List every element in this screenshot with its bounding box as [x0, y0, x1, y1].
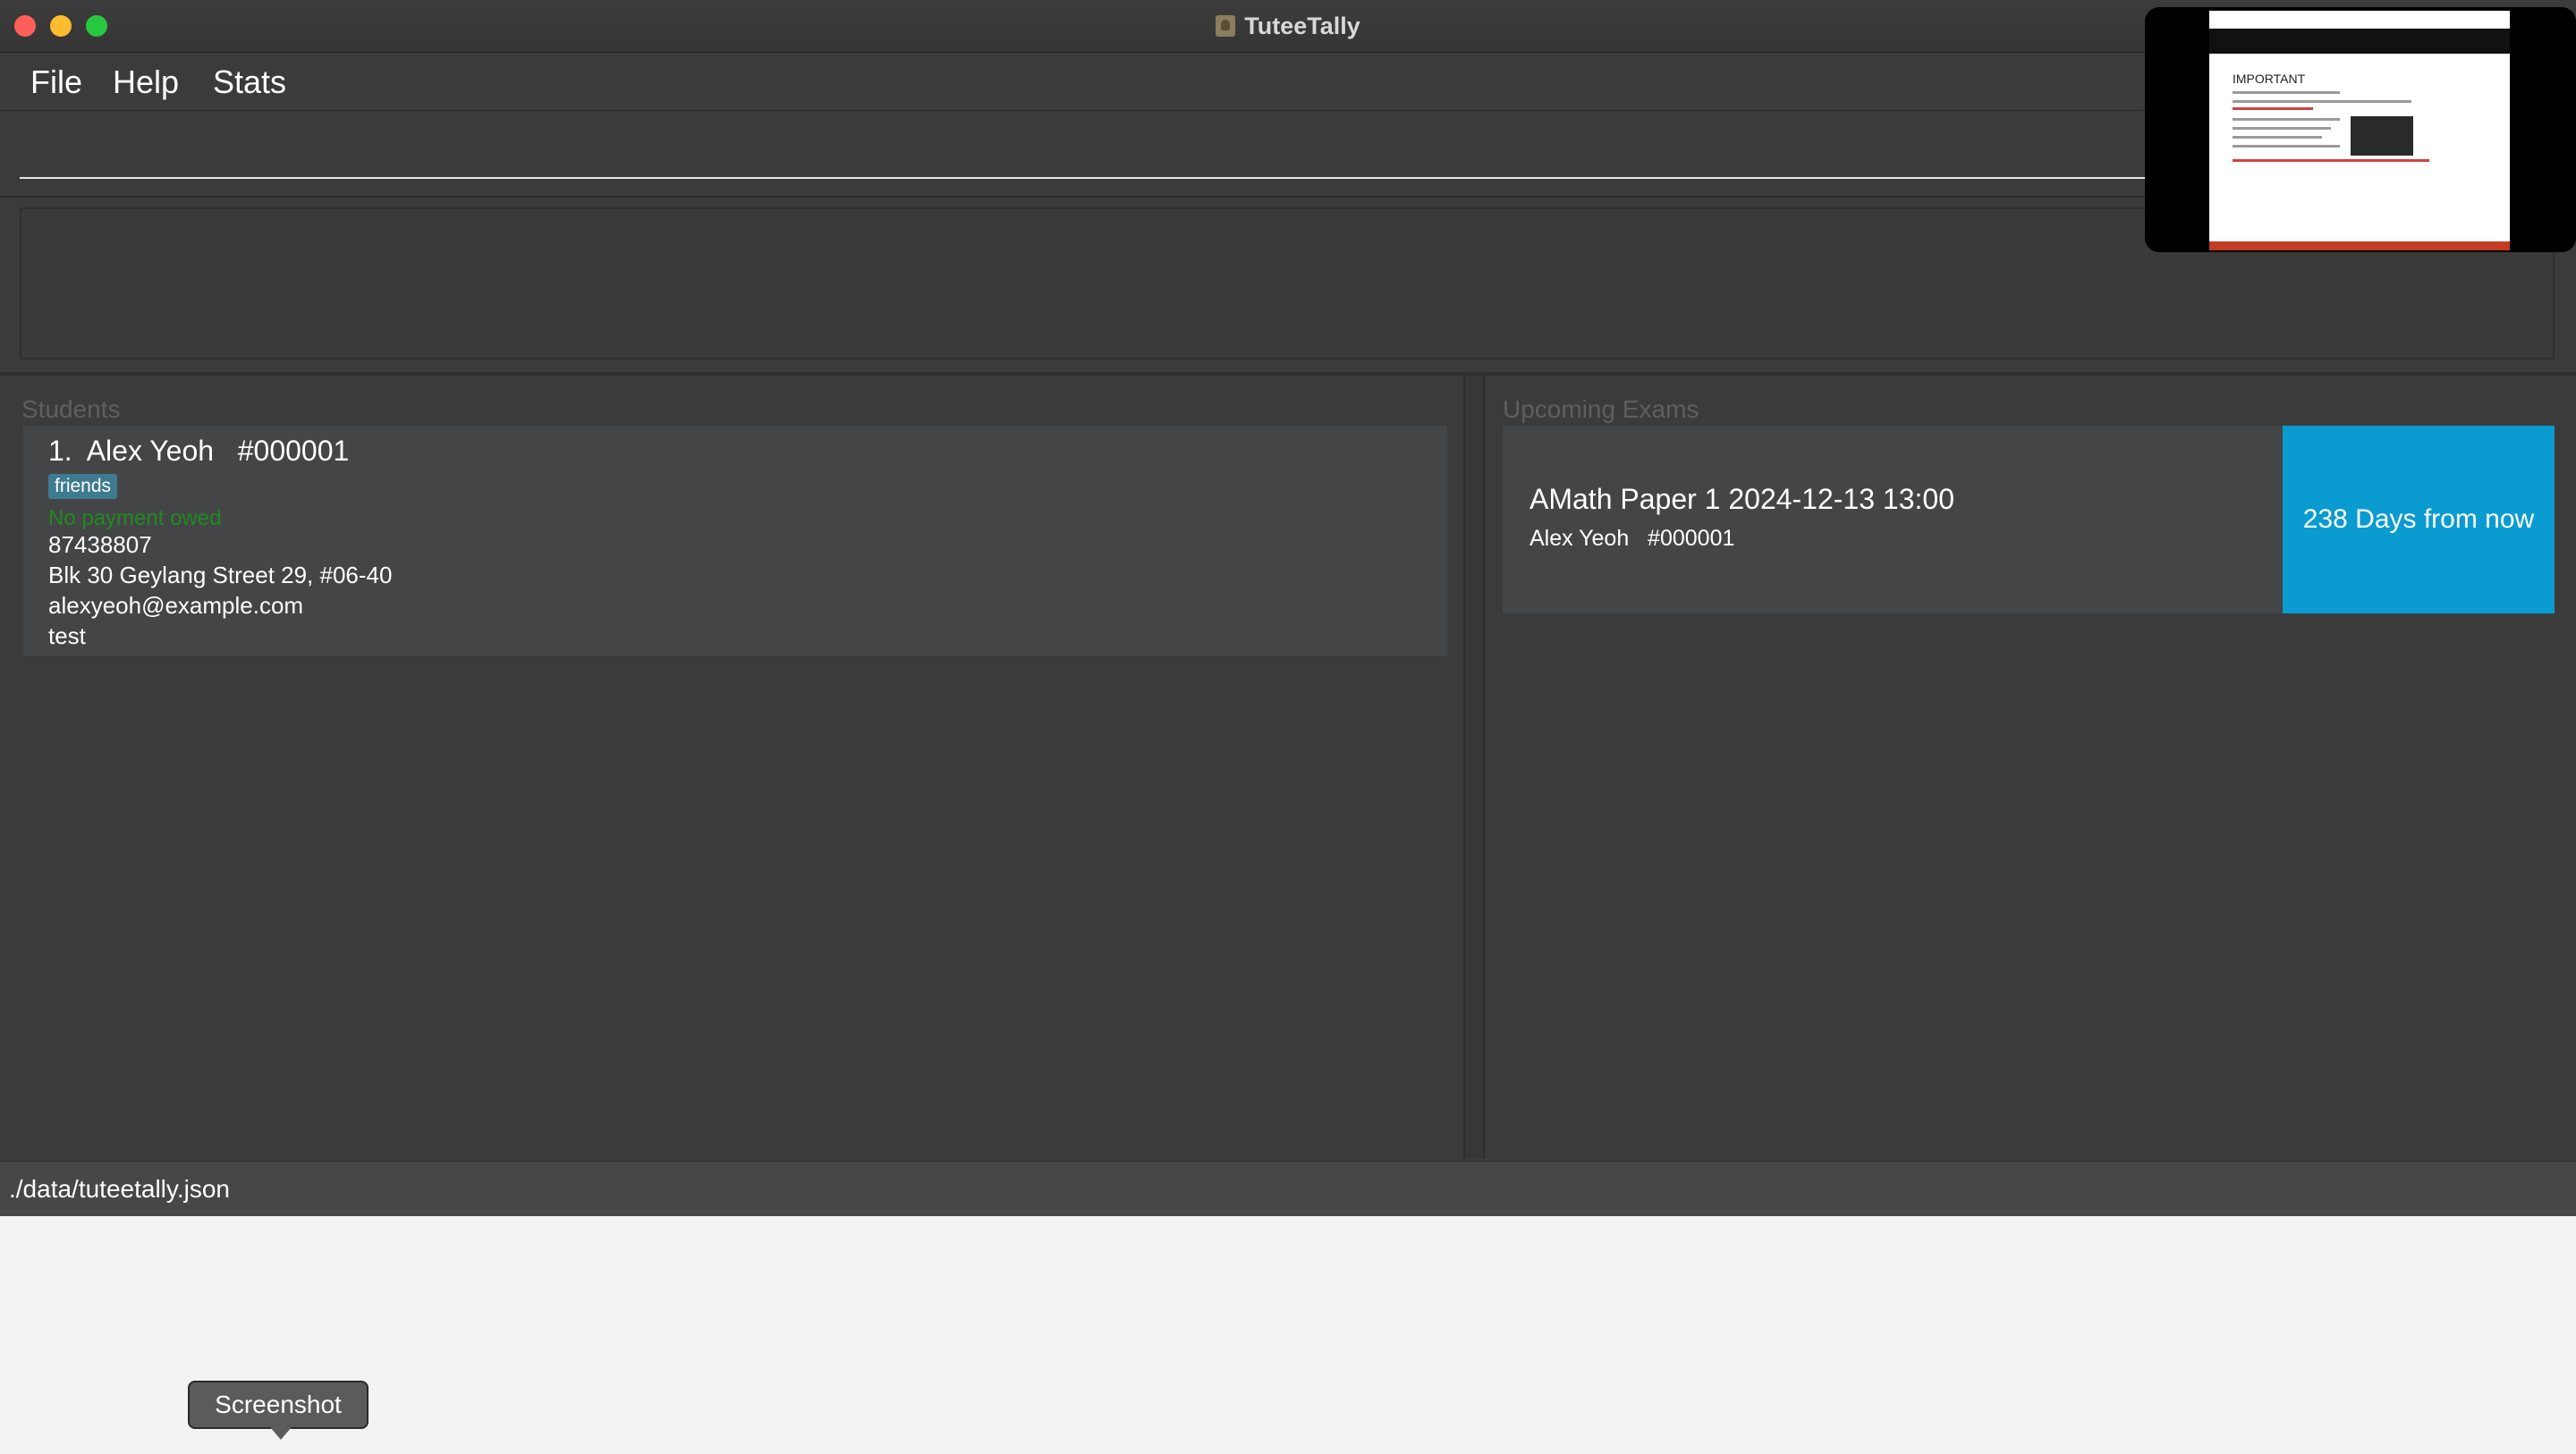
pip-slide-photo	[2351, 116, 2413, 156]
student-tag: friends	[48, 474, 118, 499]
exam-card[interactable]: AMath Paper 1 2024-12-13 13:00 Alex Yeoh…	[1503, 426, 2555, 613]
menu-help[interactable]: Help	[113, 63, 179, 101]
student-remark: test	[48, 622, 86, 649]
exam-student: Alex Yeoh #000001	[1530, 526, 1735, 551]
pip-text-line	[2233, 159, 2429, 162]
exam-countdown: 238 Days from now	[2283, 426, 2555, 613]
students-panel: Students 1. Alex Yeoh #000001 friends No…	[0, 376, 1463, 1159]
pip-text-line	[2233, 136, 2322, 139]
pip-text-line	[2233, 127, 2331, 130]
pip-toolbar	[2209, 29, 2510, 54]
student-card[interactable]: 1. Alex Yeoh #000001 friends No payment …	[23, 426, 1447, 656]
menu-file[interactable]: File	[30, 63, 82, 101]
students-header: Students	[21, 395, 121, 423]
status-bar: ./data/tuteetally.json	[0, 1161, 2576, 1216]
exam-title: AMath Paper 1 2024-12-13 13:00	[1530, 483, 1954, 515]
pip-slide: IMPORTANT	[2209, 54, 2510, 241]
data-file-path: ./data/tuteetally.json	[9, 1175, 230, 1203]
student-email: alexyeoh@example.com	[48, 592, 304, 619]
pip-text-line	[2233, 107, 2313, 110]
pip-text-line	[2233, 100, 2411, 103]
pip-window-titlebar	[2209, 11, 2510, 29]
pip-status-bar	[2209, 241, 2510, 250]
student-address: Blk 30 Geylang Street 29, #06-40	[48, 562, 393, 588]
window-title: TuteeTally	[1244, 12, 1360, 39]
pip-text-line	[2233, 118, 2340, 121]
exams-header: Upcoming Exams	[1503, 395, 1699, 423]
picture-in-picture-thumbnail[interactable]: IMPORTANT	[2145, 7, 2576, 252]
exams-panel: Upcoming Exams AMath Paper 1 2024-12-13 …	[1485, 376, 2576, 1159]
pip-text-line	[2233, 91, 2340, 94]
app-icon	[1216, 15, 1236, 37]
pip-text-line	[2233, 145, 2340, 148]
payment-status: No payment owed	[48, 506, 222, 530]
student-phone: 87438807	[48, 531, 152, 558]
student-name: 1. Alex Yeoh #000001	[48, 435, 350, 467]
panel-splitter[interactable]	[1463, 376, 1485, 1159]
menu-stats[interactable]: Stats	[213, 63, 286, 101]
screenshot-tooltip: Screenshot	[188, 1381, 369, 1440]
pip-slide-heading: IMPORTANT	[2233, 72, 2306, 86]
